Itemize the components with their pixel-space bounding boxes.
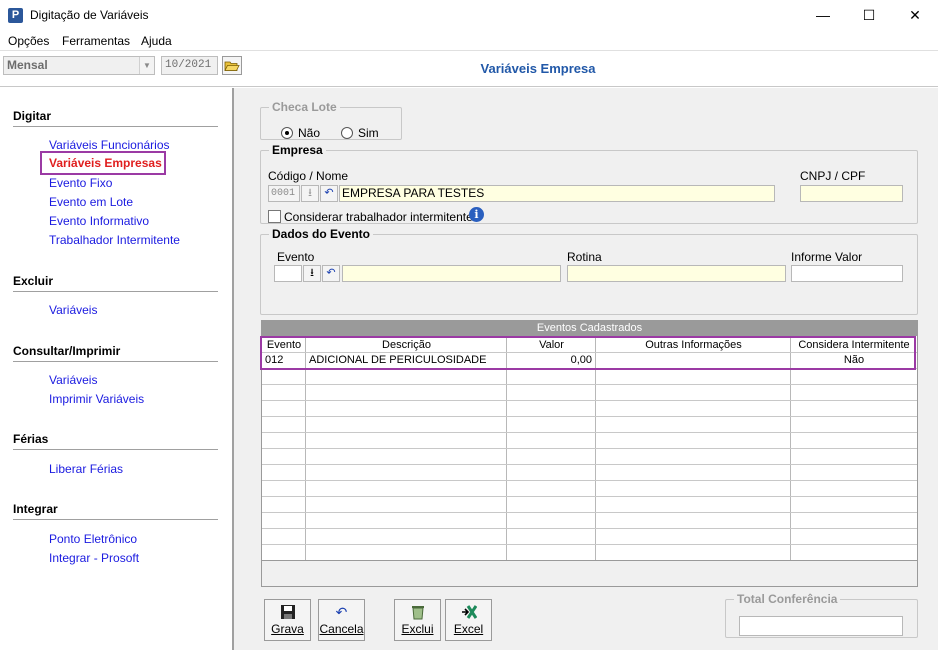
- excel-export-icon: [461, 605, 477, 619]
- page-title: Variáveis Empresa: [480, 61, 596, 76]
- nome-empresa-input[interactable]: EMPRESA PARA TESTES: [339, 185, 775, 202]
- informe-valor-input[interactable]: [791, 265, 903, 282]
- table-caption: Eventos Cadastrados: [262, 321, 917, 336]
- undo-arrow-icon: ↶: [335, 604, 348, 620]
- period-select-value: Mensal: [7, 58, 48, 72]
- sidebar-section-digitar: Digitar: [13, 109, 52, 123]
- sidebar-item-excluir-variaveis[interactable]: Variáveis: [49, 303, 97, 317]
- grava-label: Grava: [271, 622, 304, 636]
- sidebar-item-variaveis-empresas[interactable]: Variáveis Empresas: [40, 151, 166, 175]
- minimize-button[interactable]: —: [800, 0, 846, 31]
- sidebar-item-trabalhador-intermitente[interactable]: Trabalhador Intermitente: [49, 233, 180, 247]
- cnpj-cpf-label: CNPJ / CPF: [800, 169, 866, 183]
- folder-open-icon: [222, 56, 242, 75]
- intermitente-label: Considerar trabalhador intermitente?: [284, 210, 480, 224]
- evento-label: Evento: [277, 250, 315, 264]
- cnpj-cpf-input[interactable]: [800, 185, 903, 202]
- total-conferencia-legend: Total Conferência: [737, 592, 838, 606]
- info-icon[interactable]: i: [469, 207, 484, 222]
- sidebar-item-consultar-variaveis[interactable]: Variáveis: [49, 373, 97, 387]
- total-conferencia-group: Total Conferência: [725, 592, 918, 638]
- dados-evento-legend: Dados do Evento: [272, 227, 371, 241]
- period-date-input[interactable]: 10/2021: [161, 56, 218, 75]
- sidebar-item-evento-informativo[interactable]: Evento Informativo: [49, 214, 149, 228]
- sidebar-item-imprimir-variaveis[interactable]: Imprimir Variáveis: [49, 392, 144, 406]
- open-folder-button[interactable]: [222, 56, 242, 75]
- checa-lote-group: Checa Lote Não Sim: [260, 100, 402, 140]
- radio-nao[interactable]: [281, 127, 293, 139]
- codigo-nome-label: Código / Nome: [268, 169, 349, 183]
- exclui-label: Exclui: [401, 622, 434, 636]
- sidebar-section-integrar: Integrar: [13, 502, 58, 516]
- radio-sim[interactable]: [341, 127, 353, 139]
- menu-ajuda[interactable]: Ajuda: [141, 34, 172, 48]
- codigo-input[interactable]: 0001: [268, 185, 300, 202]
- grava-button[interactable]: Grava: [264, 599, 311, 641]
- rotina-label: Rotina: [567, 250, 602, 264]
- download-arrow-icon[interactable]: ⭳: [303, 265, 321, 282]
- table-highlight-outline: [260, 336, 916, 370]
- period-select[interactable]: Mensal ▼: [3, 56, 155, 75]
- table-column: [596, 336, 791, 586]
- title-bar: P Digitação de Variáveis — ☐ ✕: [0, 0, 938, 31]
- window-title: Digitação de Variáveis: [30, 8, 149, 22]
- empresa-legend: Empresa: [272, 143, 323, 157]
- sidebar-divider: [13, 291, 218, 292]
- radio-sim-label: Sim: [358, 126, 379, 140]
- table-column: [507, 336, 596, 586]
- sidebar-item-integrar-prosoft[interactable]: Integrar - Prosoft: [49, 551, 139, 565]
- sidebar-section-excluir: Excluir: [13, 274, 54, 288]
- sidebar-nav: Digitar Variáveis Funcionários Variáveis…: [0, 88, 232, 650]
- table-column: [791, 336, 917, 586]
- evento-input[interactable]: [274, 265, 302, 282]
- maximize-button[interactable]: ☐: [846, 0, 892, 31]
- exclui-button[interactable]: Exclui: [394, 599, 441, 641]
- sidebar-divider: [13, 361, 218, 362]
- app-logo-icon: P: [8, 8, 23, 23]
- total-conferencia-input[interactable]: [739, 616, 903, 636]
- cancela-label: Cancela: [319, 622, 364, 636]
- sidebar-item-ponto-eletronico[interactable]: Ponto Eletrônico: [49, 532, 137, 546]
- save-icon: [280, 605, 295, 619]
- undo-arrow-icon[interactable]: ↶: [320, 185, 338, 202]
- informe-valor-label: Informe Valor: [791, 250, 863, 264]
- sidebar-section-ferias: Férias: [13, 432, 49, 446]
- sidebar-item-liberar-ferias[interactable]: Liberar Férias: [49, 462, 123, 476]
- excel-label: Excel: [453, 622, 484, 636]
- menu-ferramentas[interactable]: Ferramentas: [62, 34, 130, 48]
- sidebar-item-variaveis-funcionarios[interactable]: Variáveis Funcionários: [49, 138, 170, 152]
- trash-icon: [411, 606, 424, 620]
- close-button[interactable]: ✕: [892, 0, 938, 31]
- cancela-button[interactable]: ↶ Cancela: [318, 599, 365, 641]
- menu-opcoes[interactable]: Opções: [8, 34, 49, 48]
- table-footer: [262, 561, 917, 586]
- rotina-input[interactable]: [567, 265, 786, 282]
- sidebar-divider: [13, 519, 218, 520]
- chevron-down-icon[interactable]: ▼: [139, 57, 154, 74]
- table-column: [262, 336, 306, 586]
- sidebar-divider: [13, 126, 218, 127]
- sidebar-item-evento-fixo[interactable]: Evento Fixo: [49, 176, 112, 190]
- toolbar: Mensal ▼ 10/2021 Variáveis Empresa: [0, 51, 938, 87]
- checa-lote-legend: Checa Lote: [272, 100, 337, 114]
- menu-bar: Opções Ferramentas Ajuda: [0, 31, 938, 51]
- empresa-group: Empresa Código / Nome 0001 ⭳ ↶ EMPRESA P…: [260, 143, 918, 224]
- sidebar-section-consultar: Consultar/Imprimir: [13, 344, 121, 358]
- download-arrow-icon[interactable]: ⭳: [301, 185, 319, 202]
- table-column: [306, 336, 507, 586]
- undo-arrow-icon[interactable]: ↶: [322, 265, 340, 282]
- dados-evento-group: Dados do Evento Evento ⭳ ↶ Rotina Inform…: [260, 227, 918, 315]
- sidebar-divider: [13, 449, 218, 450]
- excel-button[interactable]: Excel: [445, 599, 492, 641]
- sidebar-item-evento-em-lote[interactable]: Evento em Lote: [49, 195, 133, 209]
- intermitente-checkbox[interactable]: [268, 210, 281, 223]
- evento-descricao-input[interactable]: [342, 265, 561, 282]
- radio-nao-label: Não: [298, 126, 321, 140]
